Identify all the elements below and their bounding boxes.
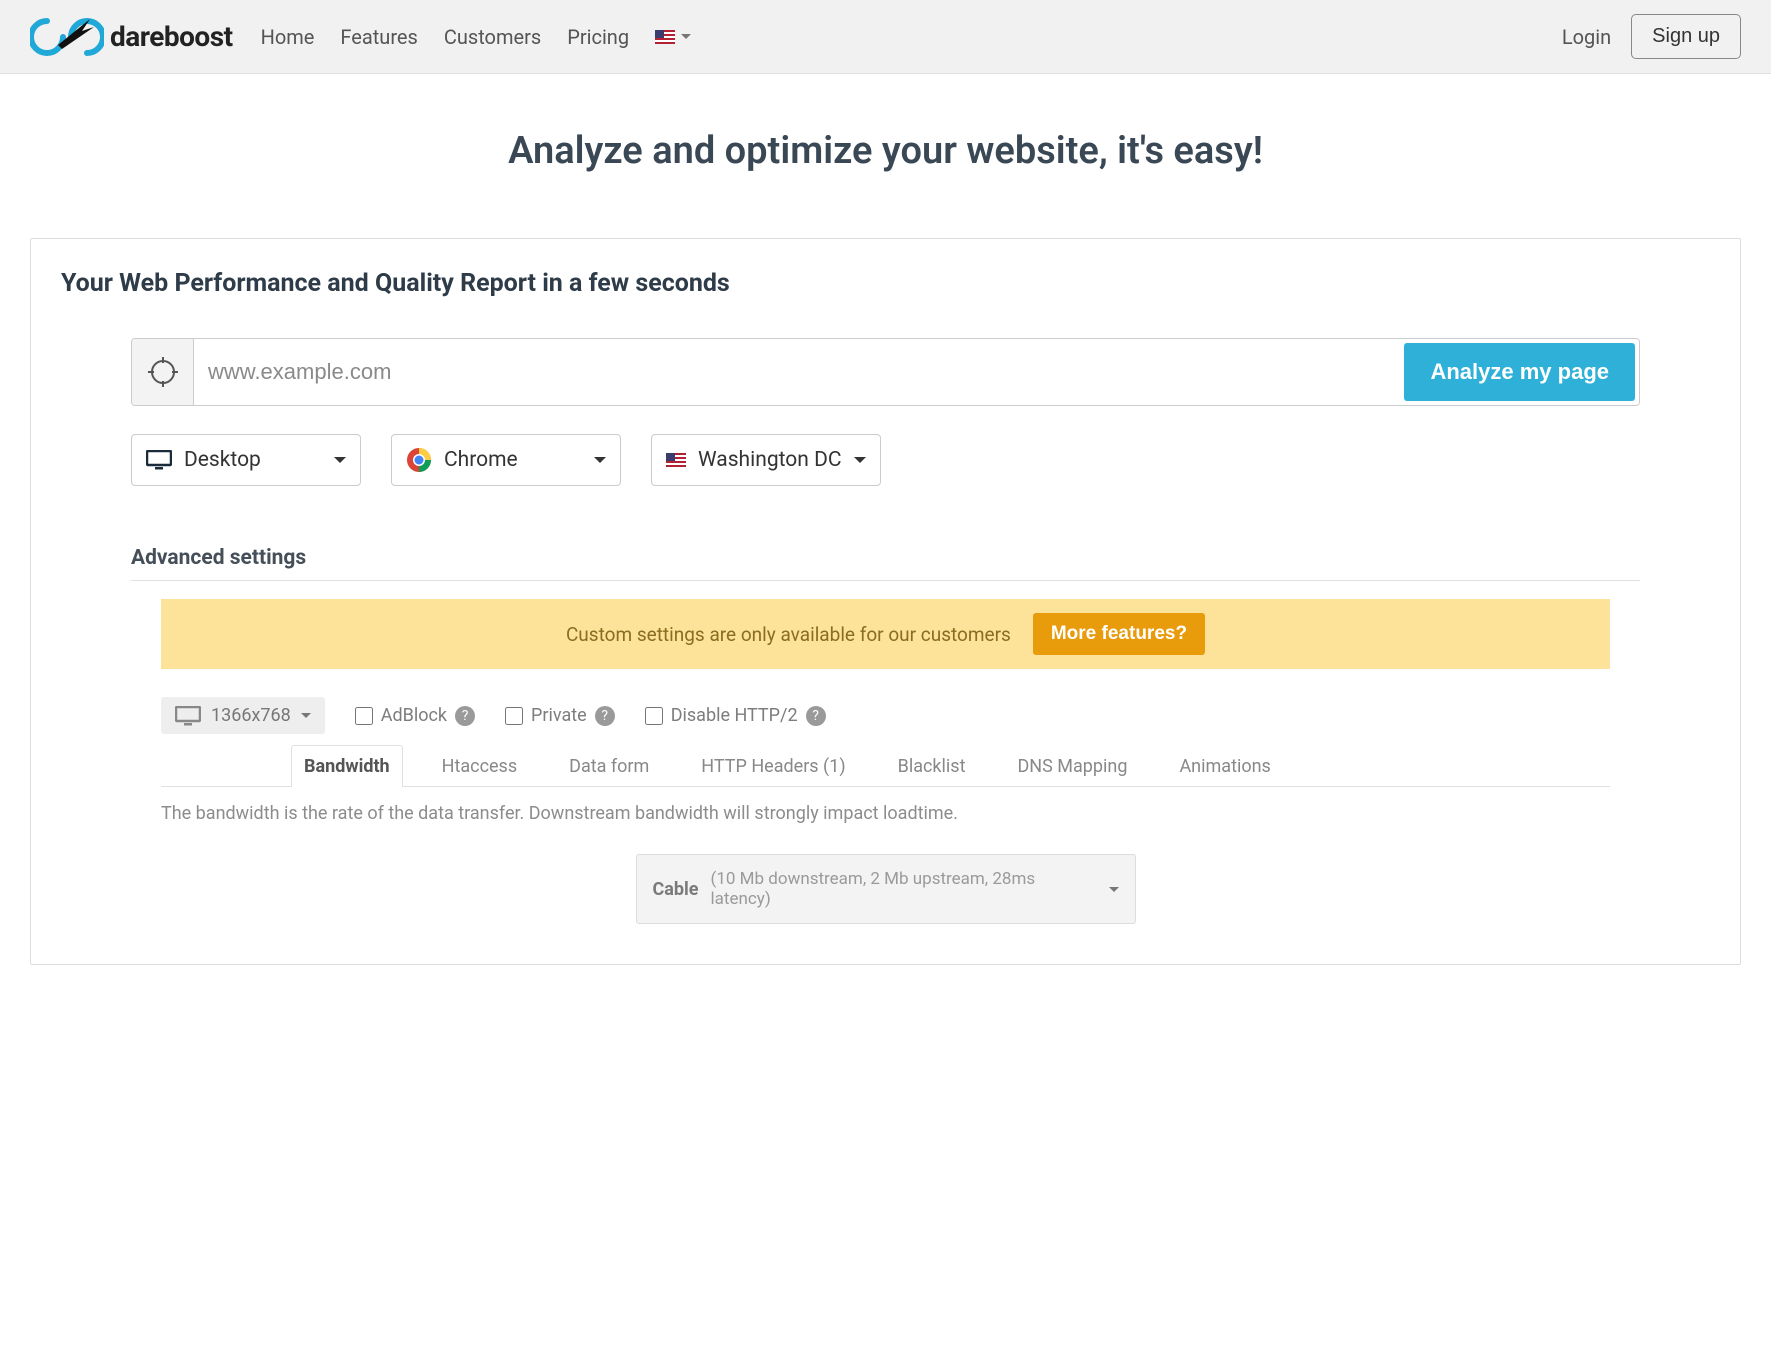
target-icon [132, 339, 194, 405]
hero-title: Analyze and optimize your website, it's … [0, 129, 1771, 173]
banner-text: Custom settings are only available for o… [566, 623, 1011, 646]
tab-animations[interactable]: Animations [1166, 745, 1283, 787]
location-select[interactable]: Washington DC [651, 434, 881, 486]
tab-htaccess[interactable]: Htaccess [429, 745, 531, 787]
logo-text: dareboost [110, 20, 233, 53]
analyze-row: Analyze my page [131, 338, 1640, 406]
us-flag-icon [655, 30, 675, 44]
login-link[interactable]: Login [1562, 25, 1611, 49]
bandwidth-description: The bandwidth is the rate of the data tr… [161, 803, 1610, 824]
more-features-button[interactable]: More features? [1033, 613, 1205, 655]
tab-dnsmapping[interactable]: DNS Mapping [1004, 745, 1140, 787]
resolution-label: 1366x768 [211, 705, 291, 726]
bandwidth-profile-select[interactable]: Cable (10 Mb downstream, 2 Mb upstream, … [636, 854, 1136, 924]
card-title: Your Web Performance and Quality Report … [61, 269, 1710, 298]
us-flag-icon [666, 453, 686, 467]
chrome-icon [406, 447, 432, 473]
device-select[interactable]: Desktop [131, 434, 361, 486]
adblock-input[interactable] [355, 707, 373, 725]
header: dareboost Home Features Customers Pricin… [0, 0, 1771, 74]
monitor-icon [175, 706, 201, 726]
chevron-down-icon [334, 457, 346, 463]
logo[interactable]: dareboost [30, 17, 233, 57]
private-checkbox[interactable]: Private ? [505, 705, 615, 726]
tools-row: 1366x768 AdBlock ? Private ? Disable HTT… [161, 697, 1610, 734]
advanced-title: Advanced settings [131, 546, 1640, 570]
chevron-down-icon [681, 34, 691, 39]
chevron-down-icon [594, 457, 606, 463]
disable-http2-checkbox[interactable]: Disable HTTP/2 ? [645, 705, 826, 726]
help-icon[interactable]: ? [595, 706, 615, 726]
advanced-tabs: Bandwidth Htaccess Data form HTTP Header… [161, 744, 1610, 787]
logo-icon [30, 17, 104, 57]
location-label: Washington DC [698, 448, 842, 472]
device-label: Desktop [184, 448, 322, 472]
resolution-select[interactable]: 1366x768 [161, 697, 325, 734]
disable-http2-input[interactable] [645, 707, 663, 725]
selects-row: Desktop Chrome Washington DC [131, 434, 1640, 486]
signup-button[interactable]: Sign up [1631, 14, 1741, 59]
nav-customers[interactable]: Customers [444, 25, 541, 49]
chevron-down-icon [1109, 887, 1119, 892]
upsell-banner: Custom settings are only available for o… [161, 599, 1610, 669]
main-nav: Home Features Customers Pricing [261, 25, 1562, 49]
url-input[interactable] [194, 339, 1400, 405]
monitor-icon [146, 450, 172, 470]
profile-name: Cable [653, 879, 699, 900]
chevron-down-icon [854, 457, 866, 463]
nav-features[interactable]: Features [340, 25, 417, 49]
adblock-checkbox[interactable]: AdBlock ? [355, 705, 475, 726]
private-input[interactable] [505, 707, 523, 725]
divider [131, 580, 1640, 581]
language-select[interactable] [655, 30, 691, 44]
tab-httpheaders[interactable]: HTTP Headers (1) [688, 745, 858, 787]
browser-label: Chrome [444, 448, 582, 472]
chevron-down-icon [301, 713, 311, 718]
tab-dataform[interactable]: Data form [556, 745, 662, 787]
profile-detail: (10 Mb downstream, 2 Mb upstream, 28ms l… [711, 869, 1085, 909]
nav-pricing[interactable]: Pricing [567, 25, 629, 49]
header-right: Login Sign up [1562, 14, 1741, 59]
tab-blacklist[interactable]: Blacklist [885, 745, 979, 787]
analyze-button[interactable]: Analyze my page [1404, 343, 1635, 401]
help-icon[interactable]: ? [806, 706, 826, 726]
analyze-card: Your Web Performance and Quality Report … [30, 238, 1741, 965]
browser-select[interactable]: Chrome [391, 434, 621, 486]
tab-bandwidth[interactable]: Bandwidth [291, 745, 403, 787]
nav-home[interactable]: Home [261, 25, 315, 49]
help-icon[interactable]: ? [455, 706, 475, 726]
